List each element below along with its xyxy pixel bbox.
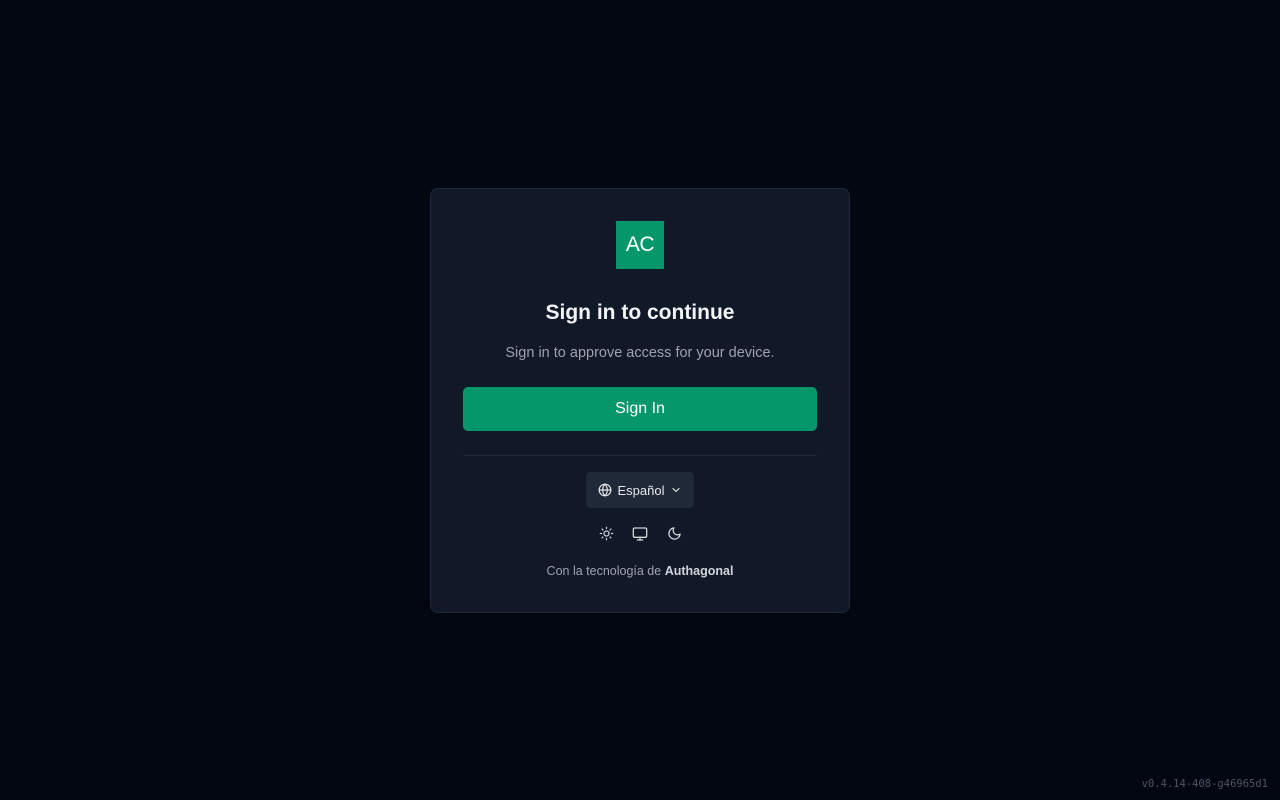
powered-by-brand[interactable]: Authagonal bbox=[665, 564, 734, 578]
powered-by: Con la tecnología de Authagonal bbox=[547, 564, 734, 578]
page-subtitle: Sign in to approve access for your devic… bbox=[505, 345, 775, 361]
globe-icon bbox=[598, 483, 612, 497]
page-title: Sign in to continue bbox=[545, 301, 735, 324]
chevron-down-icon bbox=[670, 484, 682, 496]
powered-by-prefix: Con la tecnología de bbox=[546, 564, 662, 578]
monitor-icon bbox=[632, 526, 648, 547]
version-label: v0.4.14-408-g46965d1 bbox=[1141, 778, 1268, 790]
theme-dark-button[interactable] bbox=[664, 526, 684, 546]
theme-system-button[interactable] bbox=[630, 526, 650, 546]
app-logo: AC bbox=[616, 221, 664, 269]
moon-icon bbox=[667, 526, 682, 546]
language-selector[interactable]: Español bbox=[585, 472, 695, 508]
theme-light-button[interactable] bbox=[596, 526, 616, 546]
language-label: Español bbox=[617, 482, 665, 498]
signin-card: AC Sign in to continue Sign in to approv… bbox=[430, 188, 850, 613]
sun-icon bbox=[599, 526, 614, 546]
theme-toggle-group bbox=[596, 526, 684, 546]
divider bbox=[463, 455, 817, 456]
signin-button[interactable]: Sign In bbox=[463, 387, 817, 431]
